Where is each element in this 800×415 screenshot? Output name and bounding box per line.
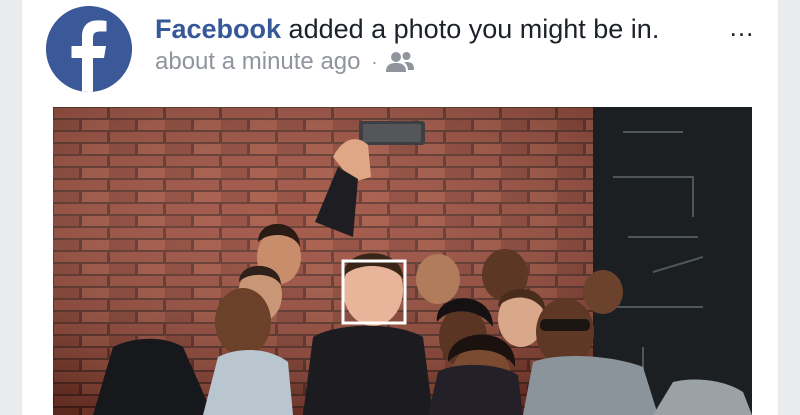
post-header: Facebook added a photo you might be in. <box>155 12 659 46</box>
group-selfie-image <box>53 107 752 415</box>
post-photo[interactable] <box>53 107 752 415</box>
friends-icon[interactable] <box>385 51 415 73</box>
post-action-text: added a photo you might be in. <box>281 14 660 44</box>
author-name-link[interactable]: Facebook <box>155 14 281 44</box>
meta-separator: · <box>371 52 378 72</box>
post-card: Facebook added a photo you might be in. … <box>22 0 778 415</box>
facebook-logo-icon[interactable] <box>46 6 132 92</box>
timestamp-link[interactable]: about a minute ago <box>155 47 361 77</box>
more-options-button[interactable]: ... <box>722 12 762 42</box>
post-meta: about a minute ago · <box>155 47 415 77</box>
